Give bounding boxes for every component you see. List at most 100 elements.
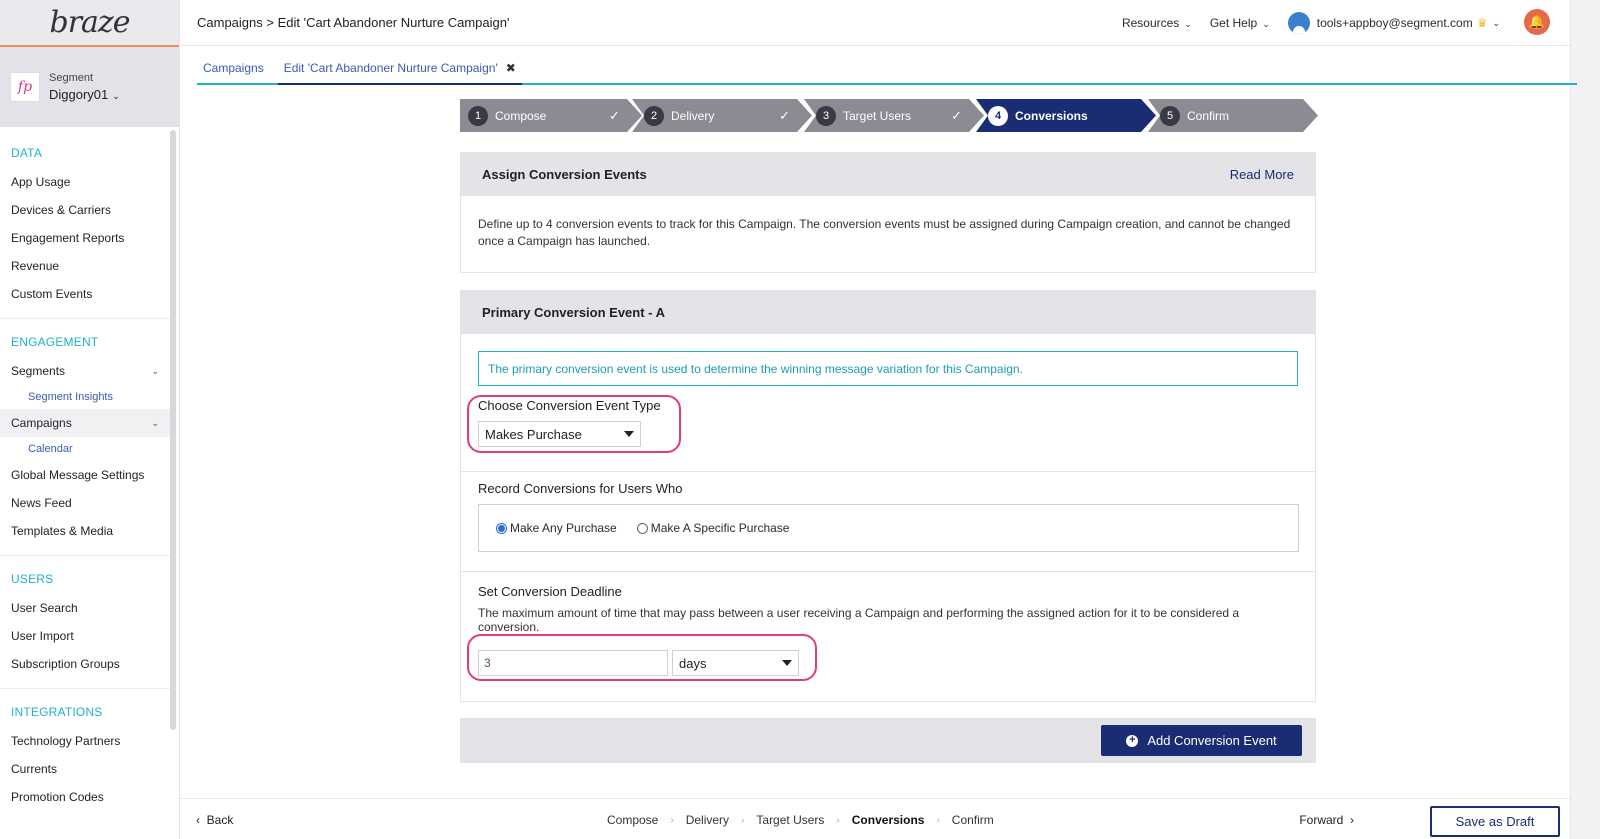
sidebar-item-user-import[interactable]: User Import [0, 622, 170, 650]
sidebar-item-segments[interactable]: Segments ⌄ [0, 357, 170, 385]
step-compose[interactable]: 1 Compose ✓ [460, 99, 642, 132]
highlight-ring [467, 395, 681, 453]
sidebar-item-promotion-codes[interactable]: Promotion Codes [0, 783, 170, 811]
primary-conversion-card: Primary Conversion Event - A The primary… [460, 290, 1316, 702]
deadline-description: The maximum amount of time that may pass… [478, 606, 1240, 634]
assign-card-header: Assign Conversion Events Read More [461, 153, 1315, 196]
nav-section-engagement: ENGAGEMENT Segments ⌄ Segment Insights Ca… [0, 319, 170, 556]
tab-bar: Campaigns Edit 'Cart Abandoner Nurture C… [197, 53, 1577, 85]
chevron-right-icon: › [936, 814, 940, 826]
right-edge-panel [1570, 0, 1600, 839]
user-menu[interactable]: tools+appboy@segment.com ♛ ⌄ [1287, 12, 1500, 34]
chevron-right-icon: › [741, 814, 745, 826]
close-icon[interactable]: ✖ [506, 61, 516, 75]
sidebar-item-calendar[interactable]: Calendar [0, 437, 170, 461]
divider [461, 471, 1315, 472]
sidebar-item-devices-carriers[interactable]: Devices & Carriers [0, 196, 170, 224]
divider [461, 571, 1315, 572]
sidebar-item-technology-partners[interactable]: Technology Partners [0, 727, 170, 755]
chevron-left-icon: ‹ [196, 813, 200, 827]
checkmark-icon: ✓ [609, 107, 620, 123]
tab-campaigns[interactable]: Campaigns [197, 53, 270, 83]
top-bar: Campaigns > Edit 'Cart Abandoner Nurture… [180, 0, 1600, 46]
user-avatar-icon [1287, 12, 1310, 34]
footer-step-compose[interactable]: Compose [607, 813, 658, 827]
chevron-right-icon: › [670, 814, 674, 826]
nav-section-data: DATA App Usage Devices & Carriers Engage… [0, 130, 170, 319]
nav-heading-users: USERS [11, 572, 54, 586]
sidebar-item-segment-insights[interactable]: Segment Insights [0, 385, 170, 409]
sidebar-item-global-message-settings[interactable]: Global Message Settings [0, 461, 170, 489]
assign-conversion-card: Assign Conversion Events Read More Defin… [460, 152, 1316, 273]
get-help-menu[interactable]: Get Help ⌄ [1210, 16, 1270, 30]
sidebar-item-app-usage[interactable]: App Usage [0, 168, 170, 196]
notification-bell-icon[interactable]: 🔔 [1524, 9, 1550, 35]
radio-group: Make Any Purchase Make A Specific Purcha… [478, 504, 1299, 552]
sidebar-item-currents[interactable]: Currents [0, 755, 170, 783]
step-target-users[interactable]: 3 Target Users ✓ [804, 99, 984, 132]
record-label: Record Conversions for Users Who [478, 481, 683, 496]
primary-info-box: The primary conversion event is used to … [478, 351, 1298, 386]
crown-icon: ♛ [1476, 16, 1488, 30]
chevron-down-icon: ⌄ [1262, 19, 1270, 29]
nav-heading-integrations: INTEGRATIONS [11, 705, 103, 719]
sidebar-item-campaigns[interactable]: Campaigns ⌄ [0, 409, 170, 437]
chevron-right-icon: › [1350, 813, 1354, 827]
radio-unselected-icon [636, 522, 648, 534]
primary-card-header: Primary Conversion Event - A [461, 291, 1315, 334]
step-confirm[interactable]: 5 Confirm [1148, 99, 1318, 132]
logo-area: braze [0, 0, 179, 47]
account-name[interactable]: Diggory01 ⌄ [49, 87, 120, 102]
sidebar-nav: DATA App Usage Devices & Carriers Engage… [0, 130, 170, 821]
sidebar-item-templates-media[interactable]: Templates & Media [0, 517, 170, 545]
highlight-ring [467, 634, 817, 681]
sidebar-item-revenue[interactable]: Revenue [0, 252, 170, 280]
back-button[interactable]: ‹ Back [196, 813, 233, 827]
step-conversions[interactable]: 4 Conversions [976, 99, 1156, 132]
nav-section-integrations: INTEGRATIONS Technology Partners Current… [0, 689, 170, 821]
breadcrumb: Campaigns > Edit 'Cart Abandoner Nurture… [197, 15, 510, 30]
account-label: Segment [49, 72, 94, 84]
assign-description: Define up to 4 conversion events to trac… [478, 217, 1291, 248]
sidebar-item-custom-events[interactable]: Custom Events [0, 280, 170, 308]
footer-step-target-users[interactable]: Target Users [756, 813, 824, 827]
sidebar-scrollbar[interactable] [170, 130, 176, 730]
sidebar-item-news-feed[interactable]: News Feed [0, 489, 170, 517]
record-conversions-group: Record Conversions for Users Who Make An… [478, 481, 1299, 552]
footer-bar: ‹ Back Compose › Delivery › Target Users… [180, 798, 1570, 839]
forward-button[interactable]: Forward › [1299, 813, 1354, 827]
sidebar-item-engagement-reports[interactable]: Engagement Reports [0, 224, 170, 252]
sidebar: braze fp Segment Diggory01 ⌄ DATA App Usa… [0, 0, 180, 839]
nav-heading-engagement: ENGAGEMENT [11, 335, 99, 349]
chevron-down-icon: ⌄ [151, 365, 159, 376]
radio-any-purchase[interactable]: Make Any Purchase [496, 521, 617, 535]
nav-section-users: USERS User Search User Import Subscripti… [0, 556, 170, 689]
braze-logo[interactable]: braze [50, 5, 131, 40]
checkmark-icon: ✓ [779, 107, 790, 123]
chevron-down-icon: ⌄ [112, 91, 120, 101]
chevron-down-icon: ⌄ [151, 417, 159, 428]
wizard-stepper: 1 Compose ✓ 2 Delivery ✓ 3 Target Users ✓ 4 Con… [460, 99, 1318, 132]
save-as-draft-button[interactable]: Save as Draft [1430, 806, 1560, 837]
footer-step-confirm[interactable]: Confirm [952, 813, 994, 827]
account-switcher[interactable]: fp Segment Diggory01 ⌄ [0, 47, 179, 127]
chevron-right-icon: › [836, 814, 840, 826]
step-delivery[interactable]: 2 Delivery ✓ [632, 99, 812, 132]
nav-heading-data: DATA [11, 146, 43, 160]
chevron-down-icon: ⌄ [1184, 19, 1192, 29]
primary-card-title: Primary Conversion Event - A [482, 305, 666, 320]
read-more-link[interactable]: Read More [1230, 167, 1294, 182]
account-avatar: fp [10, 72, 40, 102]
assign-card-title: Assign Conversion Events [482, 167, 647, 182]
footer-step-delivery[interactable]: Delivery [686, 813, 729, 827]
tab-edit-campaign[interactable]: Edit 'Cart Abandoner Nurture Campaign' ✖ [277, 53, 522, 85]
resources-menu[interactable]: Resources ⌄ [1122, 16, 1192, 30]
sidebar-item-subscription-groups[interactable]: Subscription Groups [0, 650, 170, 678]
add-conversion-event-button[interactable]: + Add Conversion Event [1101, 725, 1302, 756]
footer-steps: Compose › Delivery › Target Users › Conv… [607, 813, 994, 827]
footer-step-conversions[interactable]: Conversions [852, 813, 925, 827]
radio-specific-purchase[interactable]: Make A Specific Purchase [636, 521, 789, 535]
checkmark-icon: ✓ [951, 107, 962, 123]
sidebar-item-user-search[interactable]: User Search [0, 594, 170, 622]
radio-selected-icon [496, 522, 507, 534]
